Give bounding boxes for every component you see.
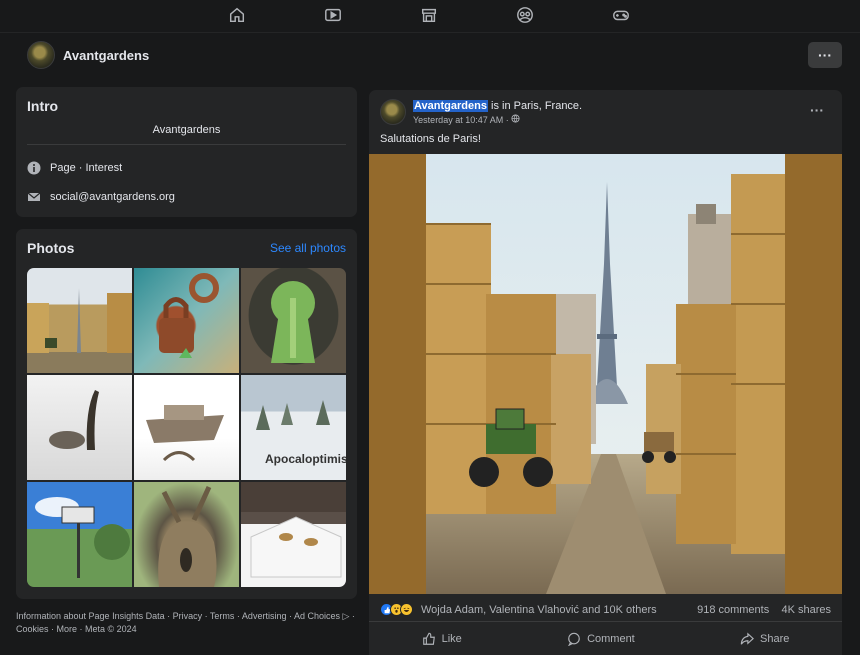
shares-count[interactable]: 4K shares bbox=[781, 604, 831, 616]
photo-thumbnail-cat-snow[interactable] bbox=[27, 375, 132, 480]
post-header: Avantgardens is in Paris, France. bbox=[413, 100, 582, 112]
video-icon[interactable] bbox=[323, 6, 343, 24]
info-icon bbox=[27, 161, 41, 175]
home-icon[interactable] bbox=[227, 6, 247, 24]
intro-card: Intro Avantgardens Page · Interest socia… bbox=[16, 87, 357, 217]
photo-thumbnail-paris-hay[interactable] bbox=[27, 268, 132, 373]
marketplace-icon[interactable] bbox=[419, 6, 439, 24]
top-navigation bbox=[0, 0, 860, 32]
haha-reaction-icon bbox=[400, 603, 413, 616]
page-name[interactable]: Avantgardens bbox=[63, 48, 149, 63]
post-author-name[interactable]: Avantgardens bbox=[413, 100, 488, 112]
post-photo-hay-eiffel[interactable] bbox=[426, 154, 785, 594]
post-timestamp[interactable]: Yesterday at 10:47 AM · bbox=[413, 114, 520, 125]
reaction-icons[interactable] bbox=[380, 603, 413, 616]
divider bbox=[27, 144, 346, 145]
photo-thumbnail-street-sign[interactable] bbox=[27, 482, 132, 587]
photo-thumbnail-baobab[interactable] bbox=[134, 482, 239, 587]
photo-grid: Apocaloptimis bbox=[27, 268, 346, 587]
post-location-text: is in bbox=[491, 100, 511, 112]
comments-count[interactable]: 918 comments bbox=[697, 604, 769, 616]
intro-category-row: Page · Interest bbox=[27, 161, 122, 175]
engagement-counts: 918 comments 4K shares bbox=[697, 604, 831, 616]
share-button[interactable]: Share bbox=[740, 632, 789, 646]
post-author-avatar[interactable] bbox=[380, 99, 406, 125]
photo-thumbnail-ark[interactable] bbox=[134, 375, 239, 480]
photos-title: Photos bbox=[27, 240, 75, 256]
thumbnail-caption: Apocaloptimis bbox=[265, 452, 346, 466]
post-options-button[interactable]: ··· bbox=[810, 102, 824, 118]
more-options-button[interactable]: ··· bbox=[808, 42, 842, 68]
like-button[interactable]: Like bbox=[422, 632, 462, 646]
envelope-icon bbox=[27, 190, 41, 204]
groups-icon[interactable] bbox=[515, 6, 535, 24]
intro-email[interactable]: social@avantgardens.org bbox=[50, 191, 175, 203]
comment-button[interactable]: Comment bbox=[567, 632, 635, 646]
intro-bio: Avantgardens bbox=[152, 124, 221, 136]
comment-label: Comment bbox=[587, 633, 635, 645]
gaming-icon[interactable] bbox=[611, 6, 631, 24]
like-label: Like bbox=[441, 633, 462, 645]
post-card: Avantgardens is in Paris, France. Yester… bbox=[369, 90, 842, 655]
thumbs-up-icon bbox=[422, 632, 435, 645]
intro-category: Page · Interest bbox=[50, 162, 123, 174]
see-all-photos-link[interactable]: See all photos bbox=[270, 241, 346, 255]
post-timestamp-text[interactable]: Yesterday at 10:47 AM · bbox=[413, 115, 509, 125]
page-header: Avantgardens ··· bbox=[0, 32, 860, 76]
post-location[interactable]: Paris, France. bbox=[514, 100, 582, 112]
intro-email-row: social@avantgardens.org bbox=[27, 190, 175, 204]
photo-thumbnail-apocaloptimist[interactable]: Apocaloptimis bbox=[241, 375, 346, 480]
intro-title: Intro bbox=[27, 98, 59, 114]
post-caption: Salutations de Paris! bbox=[380, 133, 481, 145]
photo-thumbnail-keyhole[interactable] bbox=[241, 268, 346, 373]
photo-thumbnail-snowy-roof[interactable] bbox=[241, 482, 346, 587]
share-icon bbox=[740, 632, 754, 645]
post-actions: Like Comment Share bbox=[369, 624, 842, 654]
photos-card: Photos See all photos Apocaloptimis bbox=[16, 229, 357, 599]
page-avatar[interactable] bbox=[27, 41, 55, 69]
globe-icon bbox=[511, 114, 520, 123]
post-image-frame[interactable] bbox=[369, 154, 842, 594]
photo-thumbnail-padlock[interactable] bbox=[134, 268, 239, 373]
page-footer[interactable]: Information about Page Insights Data · P… bbox=[16, 610, 357, 636]
reaction-names[interactable]: Wojda Adam, Valentina Vlahović and 10K o… bbox=[421, 604, 657, 616]
post-stats: Wojda Adam, Valentina Vlahović and 10K o… bbox=[369, 596, 842, 622]
comment-icon bbox=[568, 632, 580, 646]
share-label: Share bbox=[760, 633, 790, 645]
